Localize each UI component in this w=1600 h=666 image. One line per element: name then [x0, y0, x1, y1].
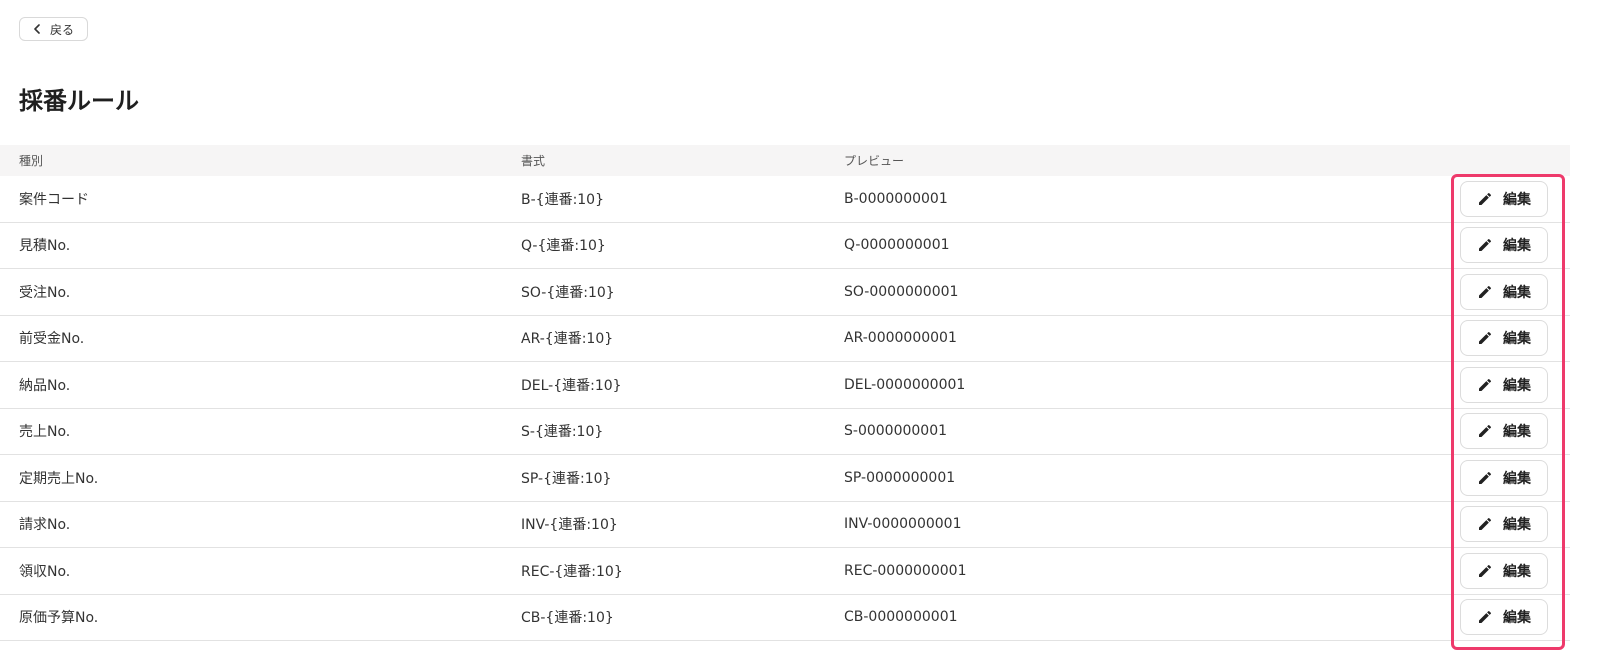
cell-action: 編集	[1423, 459, 1570, 496]
back-button[interactable]: 戻る	[19, 17, 88, 41]
cell-action: 編集	[1423, 180, 1570, 217]
edit-button-label: 編集	[1503, 610, 1531, 627]
edit-button-label: 編集	[1503, 377, 1531, 394]
cell-action: 編集	[1423, 273, 1570, 310]
cell-format: INV-{連番:10}	[521, 517, 618, 534]
cell-type: 納品No.	[19, 377, 71, 394]
column-header-preview: プレビュー	[844, 154, 905, 168]
table-header: 種別 書式 プレビュー	[0, 145, 1570, 176]
cell-format: S-{連番:10}	[521, 424, 604, 441]
edit-button[interactable]: 編集	[1460, 273, 1548, 310]
pencil-icon	[1477, 423, 1493, 439]
cell-action: 編集	[1423, 366, 1570, 403]
cell-preview: INV-0000000001	[844, 516, 962, 533]
edit-button-label: 編集	[1503, 238, 1531, 255]
pencil-icon	[1477, 516, 1493, 532]
cell-preview: SP-0000000001	[844, 469, 956, 486]
cell-type: 前受金No.	[19, 331, 85, 348]
table-row: 納品No. DEL-{連番:10} DEL-0000000001 編集	[0, 362, 1570, 409]
cell-type: 領収No.	[19, 563, 71, 580]
table-body: 案件コード B-{連番:10} B-0000000001 編集 見積No. Q-…	[0, 176, 1570, 641]
edit-button[interactable]: 編集	[1460, 366, 1548, 403]
chevron-left-icon	[33, 24, 41, 34]
cell-action: 編集	[1423, 599, 1570, 636]
table-row: 売上No. S-{連番:10} S-0000000001 編集	[0, 409, 1570, 455]
back-button-label: 戻る	[49, 22, 74, 37]
cell-preview: S-0000000001	[844, 423, 948, 440]
table-row: 領収No. REC-{連番:10} REC-0000000001 編集	[0, 548, 1570, 595]
edit-button-label: 編集	[1503, 191, 1531, 208]
edit-button-label: 編集	[1503, 563, 1531, 580]
pencil-icon	[1477, 377, 1493, 393]
cell-preview: Q-0000000001	[844, 237, 950, 254]
pencil-icon	[1477, 609, 1493, 625]
edit-button-label: 編集	[1503, 331, 1531, 348]
pencil-icon	[1477, 191, 1493, 207]
cell-preview: B-0000000001	[844, 190, 948, 207]
cell-format: B-{連番:10}	[521, 191, 605, 208]
cell-type: 受注No.	[19, 284, 71, 301]
cell-format: CB-{連番:10}	[521, 610, 614, 627]
edit-button[interactable]: 編集	[1460, 552, 1548, 589]
cell-action: 編集	[1423, 227, 1570, 264]
edit-button-label: 編集	[1503, 517, 1531, 534]
page-title: 採番ルール	[19, 87, 139, 115]
edit-button[interactable]: 編集	[1460, 506, 1548, 543]
cell-format: AR-{連番:10}	[521, 331, 614, 348]
pencil-icon	[1477, 563, 1493, 579]
cell-type: 見積No.	[19, 238, 71, 255]
cell-preview: REC-0000000001	[844, 562, 967, 579]
cell-action: 編集	[1423, 506, 1570, 543]
cell-format: REC-{連番:10}	[521, 563, 623, 580]
edit-button[interactable]: 編集	[1460, 320, 1548, 357]
column-header-format: 書式	[521, 154, 546, 168]
numbering-rules-table: 種別 書式 プレビュー 案件コード B-{連番:10} B-0000000001…	[0, 145, 1570, 641]
cell-preview: AR-0000000001	[844, 330, 957, 347]
pencil-icon	[1477, 284, 1493, 300]
cell-action: 編集	[1423, 552, 1570, 589]
pencil-icon	[1477, 330, 1493, 346]
edit-button[interactable]: 編集	[1460, 180, 1548, 217]
edit-button[interactable]: 編集	[1460, 227, 1548, 264]
table-row: 案件コード B-{連番:10} B-0000000001 編集	[0, 176, 1570, 223]
cell-type: 案件コード	[19, 191, 89, 208]
table-row: 受注No. SO-{連番:10} SO-0000000001 編集	[0, 269, 1570, 316]
cell-preview: CB-0000000001	[844, 609, 958, 626]
cell-format: Q-{連番:10}	[521, 238, 606, 255]
column-header-type: 種別	[19, 154, 44, 168]
cell-format: SO-{連番:10}	[521, 284, 615, 301]
cell-type: 売上No.	[19, 424, 71, 441]
table-row: 原価予算No. CB-{連番:10} CB-0000000001 編集	[0, 595, 1570, 641]
cell-type: 原価予算No.	[19, 610, 99, 627]
cell-preview: SO-0000000001	[844, 283, 959, 300]
cell-type: 請求No.	[19, 517, 71, 534]
edit-button[interactable]: 編集	[1460, 413, 1548, 450]
cell-format: SP-{連番:10}	[521, 470, 612, 487]
edit-button-label: 編集	[1503, 284, 1531, 301]
edit-button[interactable]: 編集	[1460, 459, 1548, 496]
table-row: 前受金No. AR-{連番:10} AR-0000000001 編集	[0, 316, 1570, 362]
cell-action: 編集	[1423, 413, 1570, 450]
cell-type: 定期売上No.	[19, 470, 99, 487]
pencil-icon	[1477, 470, 1493, 486]
table-row: 見積No. Q-{連番:10} Q-0000000001 編集	[0, 223, 1570, 269]
table-row: 定期売上No. SP-{連番:10} SP-0000000001 編集	[0, 455, 1570, 502]
edit-button[interactable]: 編集	[1460, 599, 1548, 636]
table-row: 請求No. INV-{連番:10} INV-0000000001 編集	[0, 502, 1570, 548]
pencil-icon	[1477, 237, 1493, 253]
cell-action: 編集	[1423, 320, 1570, 357]
cell-preview: DEL-0000000001	[844, 376, 966, 393]
edit-button-label: 編集	[1503, 424, 1531, 441]
cell-format: DEL-{連番:10}	[521, 377, 622, 394]
edit-button-label: 編集	[1503, 470, 1531, 487]
